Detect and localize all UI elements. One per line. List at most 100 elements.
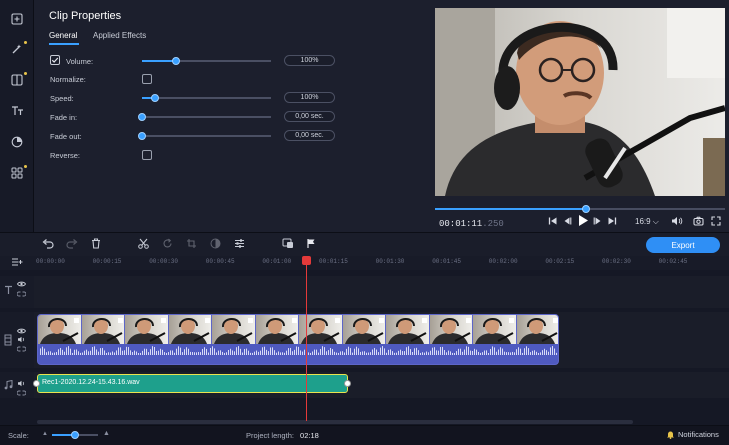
video-clip[interactable] [37,314,559,365]
video-preview[interactable] [435,8,725,196]
timeline-horizontal-scrollbar[interactable] [37,420,633,424]
prev-frame-button[interactable] [562,216,572,228]
transitions-button[interactable] [6,69,28,91]
fullscreen-button[interactable] [711,216,721,228]
tab-applied-effects[interactable]: Applied Effects [93,31,146,40]
waveform-bar [202,348,203,355]
play-icon [579,215,588,226]
waveform-bar [414,348,415,355]
delete-button[interactable] [91,238,101,251]
speed-value-field[interactable]: 100% [284,92,335,103]
speaker-icon[interactable] [17,380,26,389]
effects-button[interactable] [6,38,28,60]
aspect-ratio-select[interactable]: 16:9 ⌵ [635,217,659,227]
waveform-bar [222,351,223,355]
ruler-tick-label: 00:00:45 [205,258,235,265]
export-button[interactable]: Export [646,237,720,253]
fade-out-slider-thumb[interactable] [138,132,146,140]
link-icon[interactable] [16,290,27,299]
waveform-bar [368,352,369,355]
speed-slider-thumb[interactable] [150,94,159,102]
video-thumbnail [212,315,256,344]
playhead-line [306,256,307,421]
fade-out-value-field[interactable]: 0,00 sec. [284,130,335,141]
add-track-button[interactable] [11,257,23,269]
zoom-in-icon[interactable]: ▲ [103,430,110,437]
fade-in-slider[interactable] [138,113,271,121]
add-marker-button[interactable] [306,238,316,251]
waveform-bar [150,349,151,355]
seekbar-thumb[interactable] [581,205,590,213]
fade-in-value-field[interactable]: 0,00 sec. [284,111,335,122]
speaker-icon[interactable] [17,336,26,345]
import-files-button[interactable] [6,8,28,30]
waveform-bar [546,350,547,355]
playhead-handle[interactable] [302,256,311,265]
waveform-bar [456,351,457,355]
volume-value-field[interactable]: 100% [284,55,335,66]
volume-checkbox[interactable] [50,55,60,65]
play-button[interactable] [577,214,589,229]
volume-slider-thumb[interactable] [171,57,180,65]
clip-properties-button[interactable] [234,238,245,251]
waveform-bar [500,347,501,355]
split-button[interactable] [138,238,149,251]
speed-slider[interactable] [142,94,271,102]
crop-button[interactable] [186,238,197,251]
reverse-checkbox[interactable] [142,150,152,160]
scale-slider[interactable] [52,431,98,439]
redo-button[interactable] [66,238,78,251]
waveform-bar [230,348,231,355]
waveform-bar [88,351,89,355]
undo-button[interactable] [42,238,54,251]
waveform-bar [466,346,467,355]
waveform-bar [378,352,379,355]
link-icon[interactable] [16,345,27,354]
scale-slider-thumb[interactable] [71,431,79,439]
waveform-bar [108,352,109,355]
waveform-bar [248,350,249,355]
waveform-bar [336,352,337,355]
tab-general[interactable]: General [49,31,77,40]
stickers-button[interactable] [6,131,28,153]
video-thumbnail [473,315,517,344]
normalize-checkbox[interactable] [142,74,152,84]
fade-in-slider-thumb[interactable] [138,113,146,121]
waveform-bar [246,348,247,355]
voiceover-button[interactable] [282,238,294,251]
volume-slider[interactable] [142,57,271,65]
waveform-bar [494,347,495,355]
color-adjust-button[interactable] [210,238,221,251]
waveform-bar [312,351,313,355]
audio-clip-handle-left[interactable] [33,380,40,387]
bell-icon [667,431,674,439]
waveform-bar [454,352,455,355]
more-tools-button[interactable] [6,162,28,184]
video-thumbnail [255,315,299,344]
waveform-bar [48,351,49,355]
waveform-bar [130,350,131,355]
waveform-bar [86,349,87,355]
waveform-bar [436,350,437,355]
next-frame-button[interactable] [593,216,603,228]
eye-icon[interactable] [16,280,27,289]
go-to-start-button[interactable] [548,216,558,228]
film-icon [4,334,12,348]
notifications-button[interactable]: Notifications [666,430,719,439]
go-to-end-button[interactable] [607,216,617,228]
preview-seekbar[interactable] [435,205,725,213]
audio-clip-handle-right[interactable] [344,380,351,387]
rotate-button[interactable] [162,238,173,251]
volume-button[interactable] [671,216,683,228]
titles-button[interactable] [6,100,28,122]
zoom-out-icon[interactable]: ▲ [42,431,48,437]
waveform-bar [128,347,129,355]
eye-icon[interactable] [16,327,27,336]
snapshot-button[interactable] [693,216,704,228]
fade-in-label: Fade in: [50,113,78,122]
fade-out-slider[interactable] [138,132,271,140]
text-track-lane[interactable] [34,276,729,308]
waveform-bar [540,352,541,355]
link-icon[interactable] [16,389,27,398]
waveform-bar [104,350,105,355]
